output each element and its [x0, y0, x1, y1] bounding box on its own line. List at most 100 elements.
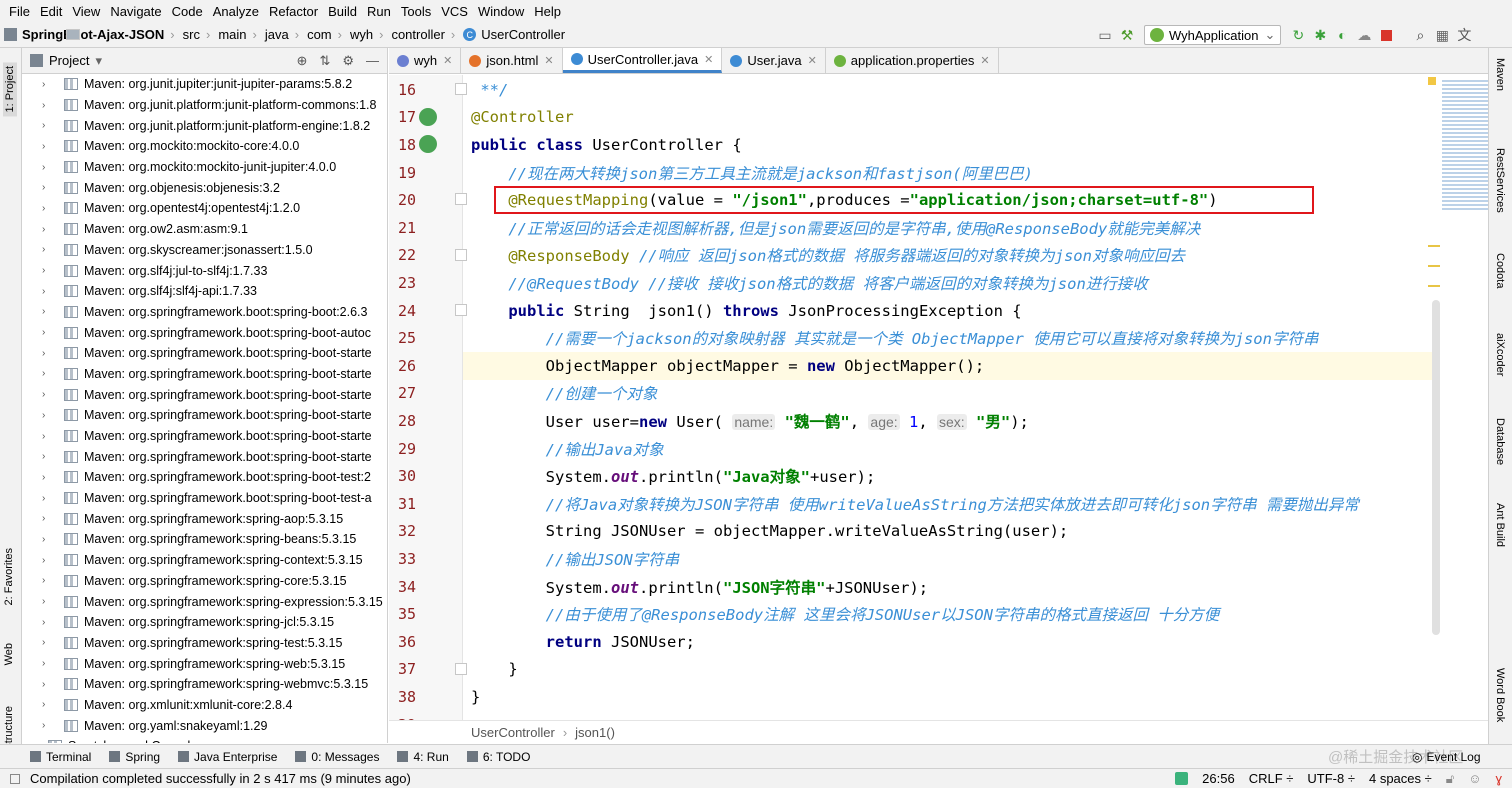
event-log-button[interactable]: ◎ Event Log: [1412, 750, 1481, 764]
expand-arrow-icon[interactable]: ›: [42, 637, 54, 648]
editor-tab[interactable]: application.properties ✕: [826, 48, 999, 73]
menu-window[interactable]: Window: [473, 4, 529, 19]
tree-item[interactable]: › Maven: org.springframework.boot:spring-…: [22, 302, 387, 323]
line-separator[interactable]: CRLF ÷: [1249, 771, 1294, 786]
expand-arrow-icon[interactable]: ›: [42, 286, 54, 297]
tree-item[interactable]: › Maven: org.springframework.boot:spring-…: [22, 384, 387, 405]
tree-item[interactable]: › Maven: org.xmlunit:xmlunit-core:2.8.4: [22, 695, 387, 716]
expand-arrow-icon[interactable]: ›: [42, 451, 54, 462]
tree-item[interactable]: › Maven: org.springframework:spring-test:…: [22, 633, 387, 654]
tool-window-button[interactable]: Java Enterprise: [178, 750, 277, 764]
expand-arrow-icon[interactable]: ›: [42, 389, 54, 400]
tree-item[interactable]: › Maven: org.springframework:spring-conte…: [22, 550, 387, 571]
expand-arrow-icon[interactable]: ›: [42, 513, 54, 524]
expand-arrow-icon[interactable]: ›: [42, 100, 54, 111]
tree-item[interactable]: › Maven: org.slf4j:slf4j-api:1.7.33: [22, 281, 387, 302]
idea-icon[interactable]: ɣ: [1495, 771, 1502, 786]
gear-icon[interactable]: ⚙: [342, 53, 354, 69]
menu-file[interactable]: File: [4, 4, 35, 19]
code-line[interactable]: 22 @ResponseBody //响应 返回json格式的数据 将服务器端返…: [389, 242, 1439, 270]
fold-marker-icon[interactable]: [455, 248, 467, 261]
tree-item[interactable]: › Maven: org.springframework:spring-expre…: [22, 591, 387, 612]
editor-breadcrumb-method[interactable]: json1(): [575, 725, 615, 740]
code-line[interactable]: 28 User user=new User( name: "魏一鹤", age:…: [389, 407, 1439, 435]
expand-arrow-icon[interactable]: ›: [42, 617, 54, 628]
expand-arrow-icon[interactable]: ›: [42, 348, 54, 359]
code-line[interactable]: 30 System.out.println("Java对象"+user);: [389, 462, 1439, 490]
translate-icon[interactable]: 文: [1453, 24, 1475, 46]
project-structure-icon[interactable]: ▦: [1431, 24, 1453, 46]
notifications-icon[interactable]: ☺: [1468, 771, 1481, 786]
expand-arrow-icon[interactable]: ›: [42, 472, 54, 483]
breadcrumb-main[interactable]: main ›: [66, 27, 261, 42]
build-hammer-icon[interactable]: ⚒: [1116, 24, 1138, 46]
tool-tab-database[interactable]: Database: [1494, 418, 1506, 465]
code-line[interactable]: 27 //创建一个对象: [389, 380, 1439, 408]
aixcoder-status-icon[interactable]: [1175, 772, 1189, 785]
close-icon[interactable]: ✕: [808, 54, 817, 67]
tree-item[interactable]: › Maven: org.springframework:spring-core:…: [22, 571, 387, 592]
expand-arrow-icon[interactable]: ›: [42, 679, 54, 690]
menu-tools[interactable]: Tools: [396, 4, 436, 19]
tool-tab-favorites[interactable]: 2: Favorites: [3, 548, 15, 605]
code-line[interactable]: 31 //将Java对象转换为JSON字符串 使用writeValueAsStr…: [389, 490, 1439, 518]
fold-marker-icon[interactable]: [455, 193, 467, 206]
code-line[interactable]: 19 //现在两大转换json第三方工具主流就是jackson和fastjson…: [389, 159, 1439, 187]
menu-navigate[interactable]: Navigate: [105, 4, 166, 19]
code-line[interactable]: 35 //由于使用了@ResponseBody注解 这里会将JSONUser以J…: [389, 600, 1439, 628]
collapse-icon[interactable]: ⇅: [319, 53, 330, 69]
expand-arrow-icon[interactable]: ›: [42, 699, 54, 710]
breadcrumb-com[interactable]: com ›: [66, 27, 346, 42]
breadcrumb-project[interactable]: SpringBoot-Ajax-JSON ›: [0, 27, 179, 42]
expand-arrow-icon[interactable]: ›: [42, 534, 54, 545]
code-editor[interactable]: 16 **/ 17 @Controller 18 public class UserCo…: [389, 75, 1488, 720]
breadcrumb-src[interactable]: src ›: [66, 27, 215, 42]
tree-item[interactable]: › Maven: org.springframework.boot:spring-…: [22, 467, 387, 488]
tree-item[interactable]: › Maven: org.springframework:spring-beans…: [22, 529, 387, 550]
breadcrumb-usercontroller[interactable]: C UserController: [459, 27, 569, 42]
tool-window-button[interactable]: 4: Run: [397, 750, 449, 764]
profile-icon[interactable]: ☁: [1353, 24, 1375, 46]
breadcrumb-java[interactable]: java ›: [66, 27, 303, 42]
debug-bug-icon[interactable]: ✱: [1309, 24, 1331, 46]
status-toggle-icon[interactable]: [10, 773, 20, 784]
expand-arrow-icon[interactable]: ›: [42, 162, 54, 173]
tree-item[interactable]: › Maven: org.springframework.boot:spring-…: [22, 488, 387, 509]
expand-arrow-icon[interactable]: ›: [42, 203, 54, 214]
lock-icon[interactable]: 🔓︎: [1446, 771, 1454, 787]
expand-arrow-icon[interactable]: ›: [42, 720, 54, 731]
tree-item[interactable]: › Maven: org.objenesis:objenesis:3.2: [22, 177, 387, 198]
editor-breadcrumb-class[interactable]: UserController: [471, 725, 555, 740]
tree-item[interactable]: › Maven: org.springframework:spring-webmv…: [22, 674, 387, 695]
code-line[interactable]: 32 String JSONUser = objectMapper.writeV…: [389, 518, 1439, 546]
tool-tab-web[interactable]: Web: [3, 643, 15, 665]
expand-arrow-icon[interactable]: ›: [42, 431, 54, 442]
tool-window-button[interactable]: Terminal: [30, 750, 91, 764]
expand-arrow-icon[interactable]: ›: [42, 410, 54, 421]
tool-tab-codota[interactable]: Codota: [1494, 253, 1506, 288]
expand-arrow-icon[interactable]: ›: [42, 493, 54, 504]
menu-code[interactable]: Code: [167, 4, 208, 19]
stop-icon[interactable]: [1375, 24, 1397, 46]
tree-item[interactable]: › Maven: org.springframework:spring-aop:5…: [22, 508, 387, 529]
tool-tab-wordbook[interactable]: Word Book: [1494, 668, 1506, 722]
expand-arrow-icon[interactable]: ›: [42, 79, 54, 90]
menu-analyze[interactable]: Analyze: [208, 4, 264, 19]
tool-window-button[interactable]: Spring: [109, 750, 160, 764]
run-configuration-select[interactable]: WyhApplication ⌄: [1144, 25, 1282, 45]
code-line[interactable]: 16 **/: [389, 76, 1439, 104]
tool-tab-project[interactable]: 1: Project: [3, 62, 17, 117]
menu-vcs[interactable]: VCS: [436, 4, 473, 19]
code-line[interactable]: 37 }: [389, 656, 1439, 684]
tree-item[interactable]: › Maven: org.junit.jupiter:junit-jupiter-…: [22, 74, 387, 95]
tree-item[interactable]: › Maven: org.skyscreamer:jsonassert:1.5.0: [22, 240, 387, 261]
code-line[interactable]: 18 public class UserController {: [389, 131, 1439, 159]
close-icon[interactable]: ✕: [443, 54, 452, 67]
tree-item[interactable]: › Maven: org.springframework.boot:spring-…: [22, 322, 387, 343]
code-line[interactable]: 34 System.out.println("JSON字符串"+JSONUser…: [389, 573, 1439, 601]
code-line[interactable]: 23 //@RequestBody //接收 接收json格式的数据 将客户端返…: [389, 269, 1439, 297]
tool-tab-maven[interactable]: Maven: [1494, 58, 1506, 91]
code-line[interactable]: 29 //输出Java对象: [389, 435, 1439, 463]
tree-item[interactable]: › Maven: org.springframework.boot:spring-…: [22, 405, 387, 426]
project-view-select[interactable]: Project: [49, 53, 89, 68]
